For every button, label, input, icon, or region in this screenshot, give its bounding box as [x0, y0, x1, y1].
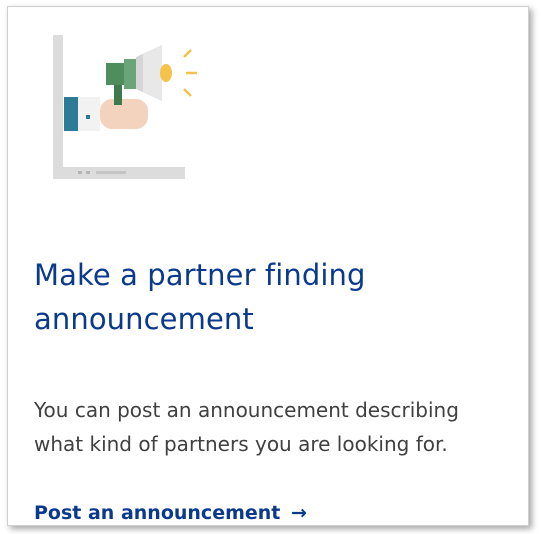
card-title: Make a partner finding announcement — [34, 258, 366, 336]
arrow-right-icon: → — [291, 502, 307, 524]
post-announcement-label: Post an announcement — [34, 502, 281, 524]
card-description: You can post an announcement describing … — [34, 398, 459, 456]
partner-announcement-card: Make a partner finding announcement You … — [7, 6, 529, 526]
megaphone-laptop-icon — [53, 35, 197, 179]
post-announcement-link[interactable]: Post an announcement → — [34, 501, 307, 525]
